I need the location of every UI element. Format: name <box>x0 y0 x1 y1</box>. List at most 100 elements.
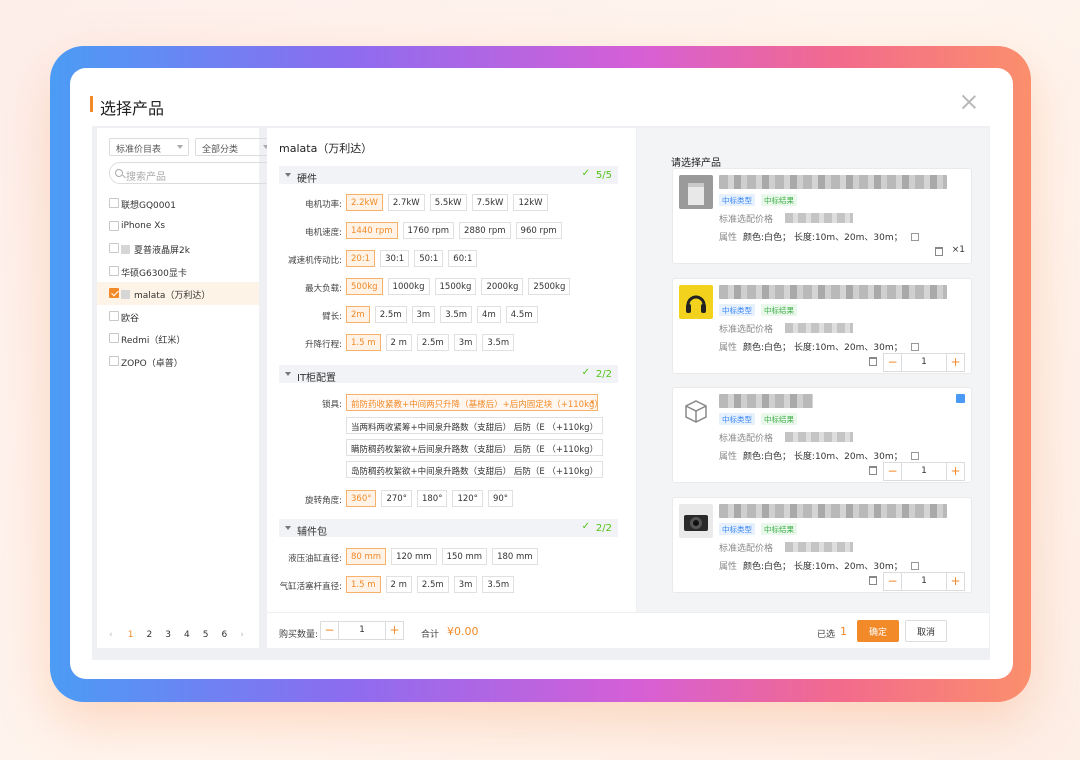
option-chip[interactable]: 1.5 m <box>346 334 381 351</box>
product-list-item[interactable]: malata（万利达） <box>97 282 259 305</box>
option-chip[interactable]: 2500kg <box>528 278 571 295</box>
product-list-item[interactable]: Redmi（红米） <box>97 327 259 350</box>
option-chip[interactable]: 2880 rpm <box>459 222 511 239</box>
edit-icon[interactable] <box>910 452 919 460</box>
section-hardware[interactable]: 硬件 ✓ 5/5 <box>279 166 618 185</box>
product-list-item[interactable]: 夏普液晶屏2k <box>97 237 259 260</box>
option-chip[interactable]: 120° <box>452 490 483 507</box>
prev-page-icon[interactable]: ‹ <box>109 630 128 644</box>
page-4[interactable]: 4 <box>184 630 203 644</box>
plus-button[interactable]: + <box>946 463 964 480</box>
option-chip[interactable]: 2.2kW <box>346 194 383 211</box>
page-1[interactable]: 1 <box>128 630 147 644</box>
option-chip[interactable]: 3.5m <box>482 576 515 593</box>
option-chip[interactable]: 1000kg <box>387 278 430 295</box>
option-chip[interactable]: 270° <box>381 490 412 507</box>
option-chip[interactable]: 500kg <box>346 278 383 295</box>
option-chip[interactable]: 150 mm <box>441 548 488 565</box>
lock-option[interactable]: 当两料两收紧筹+中间泉升路数（支甜后） 后防（E （+110kg） <box>346 417 604 434</box>
page-5[interactable]: 5 <box>203 630 222 644</box>
plus-button[interactable]: + <box>946 353 964 371</box>
option-chip[interactable]: 30:1 <box>380 250 410 267</box>
trash-icon[interactable] <box>869 466 877 475</box>
edit-icon[interactable] <box>910 233 919 241</box>
option-chip[interactable]: 2.5m <box>416 334 449 351</box>
option-chip[interactable]: 2000kg <box>481 278 524 295</box>
quantity-stepper[interactable]: −1 + <box>883 462 965 481</box>
search-input[interactable]: 搜索产品 <box>109 162 275 184</box>
checkbox[interactable] <box>109 288 119 298</box>
trash-icon[interactable] <box>869 356 877 366</box>
page-6[interactable]: 6 <box>222 630 241 644</box>
trash-icon[interactable] <box>935 247 943 256</box>
product-list-item[interactable]: iPhone Xs <box>97 215 259 238</box>
option-chip[interactable]: 1.5 m <box>346 576 381 593</box>
checkbox[interactable] <box>109 220 119 231</box>
option-chip[interactable]: 4m <box>477 306 501 323</box>
option-chip[interactable]: 2.7kW <box>387 194 425 211</box>
section-it-cabinet[interactable]: IT柜配置 ✓ 2/2 <box>279 365 618 384</box>
option-chip[interactable]: 3m <box>453 334 478 351</box>
cancel-button[interactable]: 取消 <box>905 620 947 642</box>
checkbox[interactable] <box>109 265 119 276</box>
plus-button[interactable]: + <box>385 622 403 639</box>
option-chip[interactable]: 180 mm <box>492 548 538 565</box>
product-list-item[interactable]: 欧谷 <box>97 305 259 328</box>
section-accessories[interactable]: 辅件包 ✓ 2/2 <box>279 519 618 538</box>
minus-button[interactable]: − <box>884 572 902 590</box>
quantity-value[interactable]: 1 <box>902 354 946 371</box>
close-icon[interactable] <box>961 94 977 110</box>
quantity-stepper[interactable]: − 1 + <box>320 621 404 640</box>
option-chip[interactable]: 2 m <box>385 576 412 593</box>
option-chip[interactable]: 3m <box>453 576 478 593</box>
minus-button[interactable]: − <box>884 353 902 371</box>
option-chip[interactable]: 3.5m <box>482 334 515 351</box>
minus-button[interactable]: − <box>321 622 339 639</box>
option-chip[interactable]: 50:1 <box>414 250 444 267</box>
quantity-value[interactable]: 1 <box>902 573 946 590</box>
product-list-item[interactable]: 联想GQ0001 <box>97 192 259 215</box>
checkbox[interactable] <box>109 310 119 321</box>
lock-option[interactable]: 岛防稠药枚絮欲+中间泉升路数（支甜后） 后防（E （+110kg） <box>346 461 604 478</box>
option-chip[interactable]: 180° <box>416 490 448 507</box>
option-chip[interactable]: 1440 rpm <box>346 222 398 239</box>
option-chip[interactable]: 5.5kW <box>429 194 467 211</box>
option-chip[interactable]: 960 rpm <box>515 222 562 239</box>
option-chip[interactable]: 12kW <box>513 194 548 211</box>
category-select[interactable]: 全部分类 <box>195 138 275 156</box>
option-chip[interactable]: 3.5m <box>440 306 473 323</box>
quantity-stepper[interactable]: −1 + <box>883 352 965 372</box>
option-chip[interactable]: 80 mm <box>346 548 387 565</box>
lock-select[interactable]: 前防药收紧教+中间两只升降（基楼后）+后内固定块（+110kg） ▾ <box>346 394 603 411</box>
checkbox[interactable] <box>109 243 119 253</box>
option-chip[interactable]: 2m <box>346 306 370 323</box>
next-page-icon[interactable]: › <box>240 630 259 644</box>
option-chip[interactable]: 1500kg <box>434 278 477 295</box>
edit-icon[interactable] <box>910 342 919 351</box>
option-chip[interactable]: 20:1 <box>346 250 376 267</box>
trash-icon[interactable] <box>869 575 877 585</box>
option-chip[interactable]: 2.5m <box>416 576 449 593</box>
price-list-select[interactable]: 标准价目表 <box>109 138 189 156</box>
product-list-item[interactable]: ZOPO（卓普） <box>97 350 259 373</box>
confirm-button[interactable]: 确定 <box>857 620 899 642</box>
option-chip[interactable]: 7.5kW <box>471 194 509 211</box>
option-chip[interactable]: 2.5m <box>374 306 407 323</box>
option-chip[interactable]: 3m <box>411 306 436 323</box>
option-chip[interactable]: 360° <box>346 490 377 507</box>
option-chip[interactable]: 120 mm <box>391 548 437 565</box>
option-chip[interactable]: 60:1 <box>448 250 478 267</box>
page-2[interactable]: 2 <box>147 630 166 644</box>
checkbox[interactable] <box>109 355 119 366</box>
quantity-value[interactable]: 1 <box>902 463 946 480</box>
product-list-item[interactable]: 华硕G6300显卡 <box>97 260 259 283</box>
edit-icon[interactable] <box>910 561 919 570</box>
checkbox[interactable] <box>109 198 119 208</box>
quantity-value[interactable]: 1 <box>339 622 385 639</box>
bookmark-icon[interactable] <box>956 394 965 403</box>
quantity-stepper[interactable]: −1 + <box>883 571 965 591</box>
plus-button[interactable]: + <box>946 572 964 590</box>
minus-button[interactable]: − <box>884 463 902 480</box>
page-3[interactable]: 3 <box>165 630 184 644</box>
checkbox[interactable] <box>109 333 119 343</box>
